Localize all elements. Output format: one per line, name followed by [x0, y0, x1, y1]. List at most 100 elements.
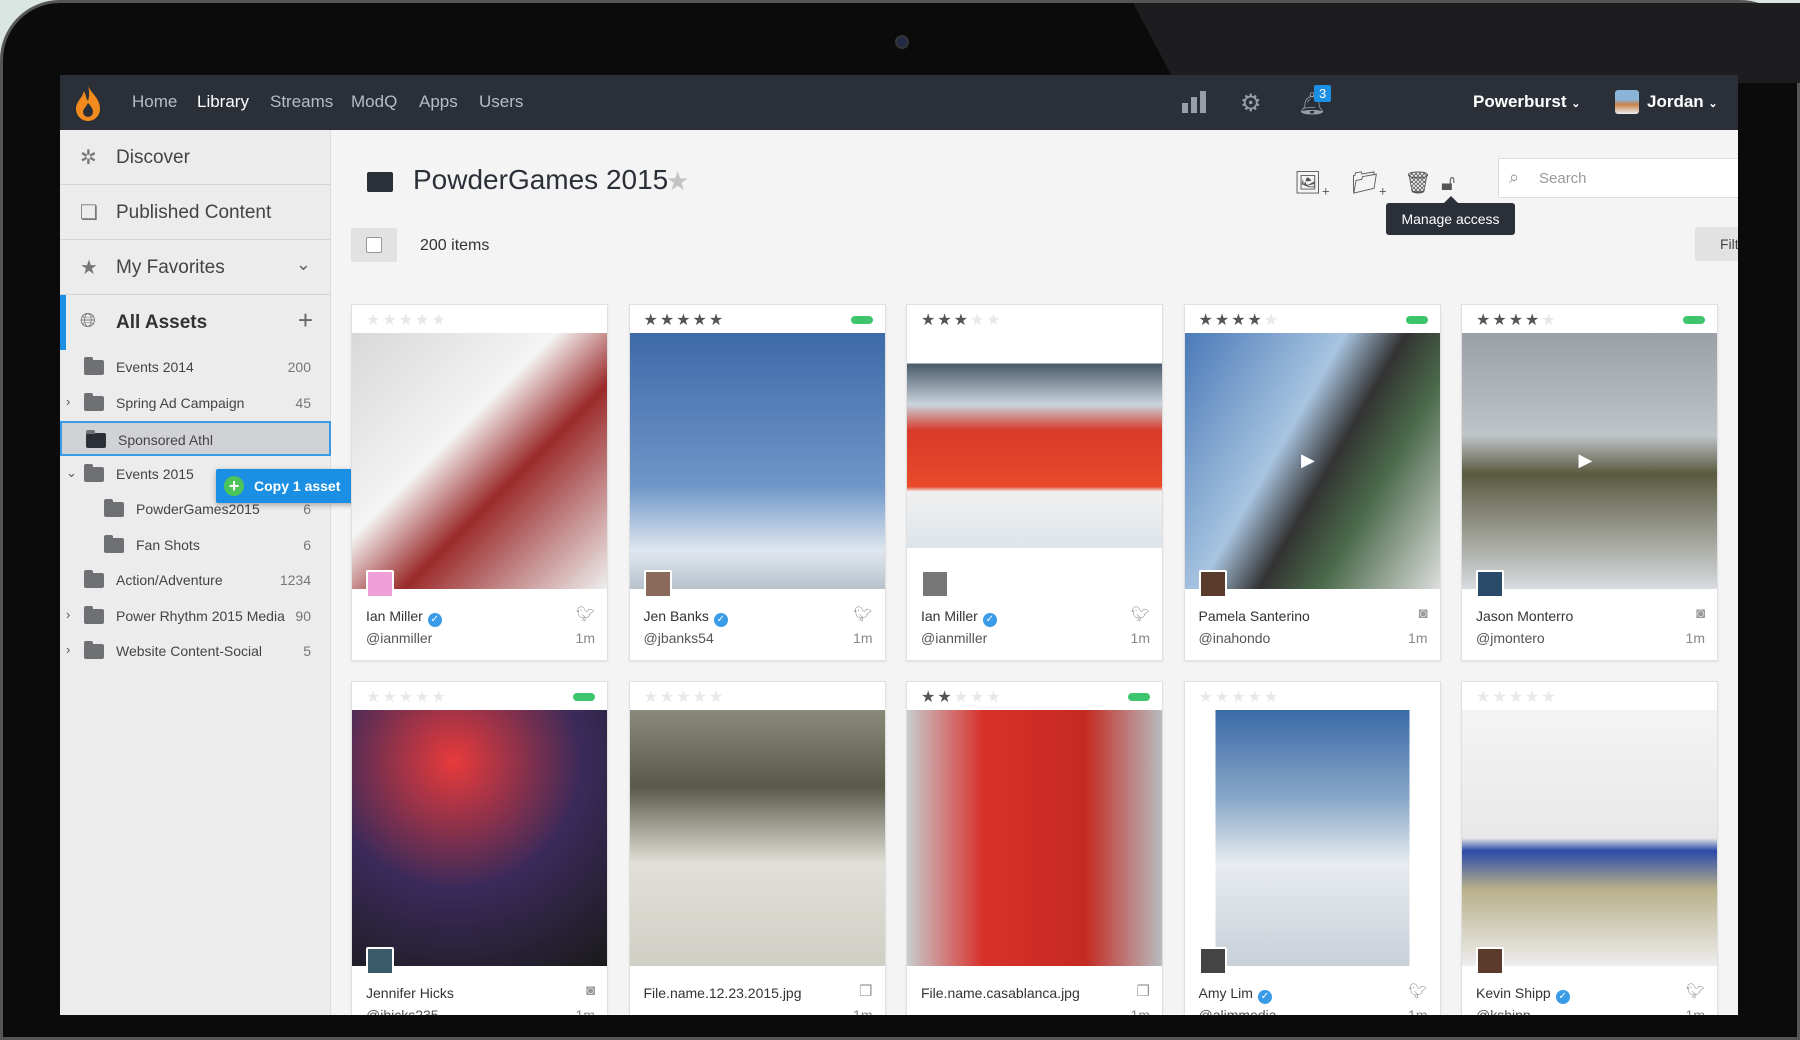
rating-stars[interactable]: ★★★★★: [1476, 310, 1558, 330]
chevron-down-icon[interactable]: ⌄: [296, 254, 311, 275]
asset-thumbnail[interactable]: [1184, 710, 1440, 966]
asset-card[interactable]: ★★★★★ Ian Miller ✓ @ianmiller 🐦︎ 1m: [906, 304, 1163, 661]
select-all-checkbox[interactable]: [351, 228, 397, 262]
asset-thumbnail[interactable]: [629, 333, 885, 589]
author-name: Kevin Shipp ✓: [1476, 985, 1570, 1004]
nav-streams[interactable]: Streams: [270, 92, 333, 112]
author-avatar: [643, 570, 672, 598]
folder-item[interactable]: › Website Content-Social 5: [60, 634, 331, 669]
sidebar-item-label: All Assets: [116, 312, 208, 333]
flame-logo-icon[interactable]: [74, 85, 102, 121]
verified-badge-icon: ✓: [427, 613, 442, 627]
top-navbar: Home Library Streams ModQ Apps Users ⚙ 🔔…: [60, 75, 1738, 130]
rating-stars[interactable]: ★★★★★: [366, 687, 448, 707]
sidebar-item-all-assets[interactable]: 🌐︎ All Assets +: [60, 295, 331, 350]
rating-stars[interactable]: ★★★★★: [921, 310, 1003, 330]
asset-thumbnail[interactable]: ▶: [1462, 333, 1717, 589]
asset-card[interactable]: ★★★★★ ▶ Pamela Santerino @inahondo ◙ 1m: [1183, 304, 1441, 661]
twitter-icon: 🐦︎: [1130, 606, 1150, 623]
asset-thumbnail[interactable]: [907, 333, 1162, 589]
sidebar-item-label: Discover: [116, 147, 190, 168]
asset-thumbnail[interactable]: [352, 710, 607, 966]
file-icon: ❒: [1136, 983, 1150, 1000]
nav-users[interactable]: Users: [479, 92, 523, 112]
webcam: [895, 35, 909, 49]
folder-item[interactable]: Sponsored Athl: [60, 421, 331, 456]
unlock-icon[interactable]: 🔓︎: [1441, 170, 1455, 196]
file-icon: ❒: [859, 983, 873, 1000]
caret-icon[interactable]: ⌄: [66, 465, 77, 481]
sidebar-item-published-content[interactable]: ❏ Published Content: [60, 185, 331, 240]
asset-card[interactable]: ★★★★★ ▶ Jason Monterro @jmontero ◙ 1m: [1461, 304, 1718, 661]
nav-library[interactable]: Library: [197, 92, 249, 112]
asset-thumbnail[interactable]: [352, 333, 607, 589]
author-name: Jen Banks ✓: [644, 608, 728, 627]
asset-card[interactable]: ★★★★★ Ian Miller ✓ @ianmiller 🐦︎ 1m: [351, 304, 608, 661]
author-avatar: [1198, 570, 1227, 598]
timestamp: 1m: [1130, 1007, 1150, 1015]
sidebar-item-label: Published Content: [116, 202, 272, 223]
user-name: Jordan: [1647, 92, 1704, 111]
nav-apps[interactable]: Apps: [419, 92, 458, 112]
filter-button[interactable]: Filter: [1695, 227, 1738, 261]
asset-card[interactable]: ★★★★★ Jennifer Hicks @jhicks235 ◙ 1m: [351, 681, 608, 1015]
rating-stars[interactable]: ★★★★★: [1476, 687, 1558, 707]
rating-stars[interactable]: ★★★★★: [644, 687, 726, 707]
asset-thumbnail[interactable]: ▶: [1184, 333, 1440, 589]
caret-icon[interactable]: ›: [66, 642, 70, 657]
nav-home[interactable]: Home: [132, 92, 177, 112]
play-icon[interactable]: ▶: [1579, 450, 1593, 471]
sidebar-item-discover[interactable]: ✲ Discover: [60, 130, 331, 185]
caret-icon[interactable]: ›: [66, 394, 70, 409]
rating-stars[interactable]: ★★★★★: [1199, 687, 1281, 707]
folder-item[interactable]: Events 2014 200: [60, 350, 331, 385]
author-handle: @alimmedia: [1198, 1007, 1277, 1015]
asset-card[interactable]: ★★★★★ Jen Banks ✓ @jbanks54 🐦︎ 1m: [628, 304, 886, 661]
sparkle-icon: ✲: [80, 147, 97, 169]
asset-card[interactable]: ★★★★★ Kevin Shipp ✓ @kshipp 🐦︎ 1m: [1461, 681, 1718, 1015]
add-image-icon[interactable]: 🖼︎+: [1294, 170, 1330, 198]
page-title: PowderGames 2015: [413, 164, 669, 195]
sidebar-item-my-favorites[interactable]: ★ My Favorites ⌄: [60, 240, 331, 295]
author-name: File.name.casablanca.jpg: [921, 985, 1080, 1001]
trash-icon[interactable]: 🗑︎: [1404, 170, 1432, 196]
timestamp: 1m: [1408, 630, 1428, 646]
caret-icon[interactable]: ›: [66, 607, 70, 622]
play-icon[interactable]: ▶: [1301, 450, 1315, 471]
folder-item[interactable]: Fan Shots 6: [60, 528, 331, 563]
favorite-star-icon[interactable]: ★: [666, 166, 689, 197]
search-input[interactable]: ⌕ Search: [1498, 158, 1738, 198]
folder-count: 200: [287, 359, 311, 375]
asset-thumbnail[interactable]: [1462, 710, 1717, 966]
asset-card[interactable]: ★★★★★ File.name.casablanca.jpg ❒ 1m: [906, 681, 1163, 1015]
author-avatar: [921, 570, 949, 598]
author-avatar: [366, 947, 394, 975]
rating-stars[interactable]: ★★★★★: [366, 310, 448, 330]
rating-stars[interactable]: ★★★★★: [921, 687, 1003, 707]
add-folder-icon[interactable]: 📁︎+: [1351, 170, 1387, 198]
asset-card[interactable]: ★★★★★ Amy Lim ✓ @alimmedia 🐦︎ 1m: [1183, 681, 1441, 1015]
asset-card[interactable]: ★★★★★ File.name.12.23.2015.jpg ❒ 1m: [628, 681, 886, 1015]
folder-item[interactable]: › Spring Ad Campaign 45: [60, 386, 331, 421]
nav-modq[interactable]: ModQ: [351, 92, 397, 112]
author-name-text: File.name.12.23.2015.jpg: [643, 985, 802, 1001]
gear-icon[interactable]: ⚙: [1240, 89, 1262, 118]
asset-thumbnail[interactable]: [907, 710, 1162, 966]
bar-chart-icon[interactable]: [1182, 91, 1206, 113]
rating-stars[interactable]: ★★★★★: [1199, 310, 1281, 330]
org-menu[interactable]: Powerburst ⌄: [1473, 92, 1580, 112]
org-name: Powerburst: [1473, 92, 1567, 111]
add-folder-plus-icon[interactable]: +: [298, 305, 313, 336]
verified-badge-icon: ✓: [1257, 990, 1272, 1004]
rating-stars[interactable]: ★★★★★: [644, 310, 726, 330]
user-avatar[interactable]: [1615, 90, 1639, 114]
timestamp: 1m: [1685, 630, 1705, 646]
main-content: PowderGames 2015 ★ 🖼︎+ 📁︎+ 🗑︎ 🔓︎ ⌕ Search…: [331, 130, 1738, 1015]
user-menu[interactable]: Jordan ⌄: [1647, 92, 1718, 112]
folder-icon: [367, 172, 393, 192]
asset-thumbnail[interactable]: [629, 710, 885, 966]
author-handle: @inahondo: [1198, 630, 1271, 646]
folder-item[interactable]: Action/Adventure 1234: [60, 563, 331, 598]
folder-icon: [84, 570, 104, 588]
folder-item[interactable]: › Power Rhythm 2015 Media 90: [60, 599, 331, 634]
